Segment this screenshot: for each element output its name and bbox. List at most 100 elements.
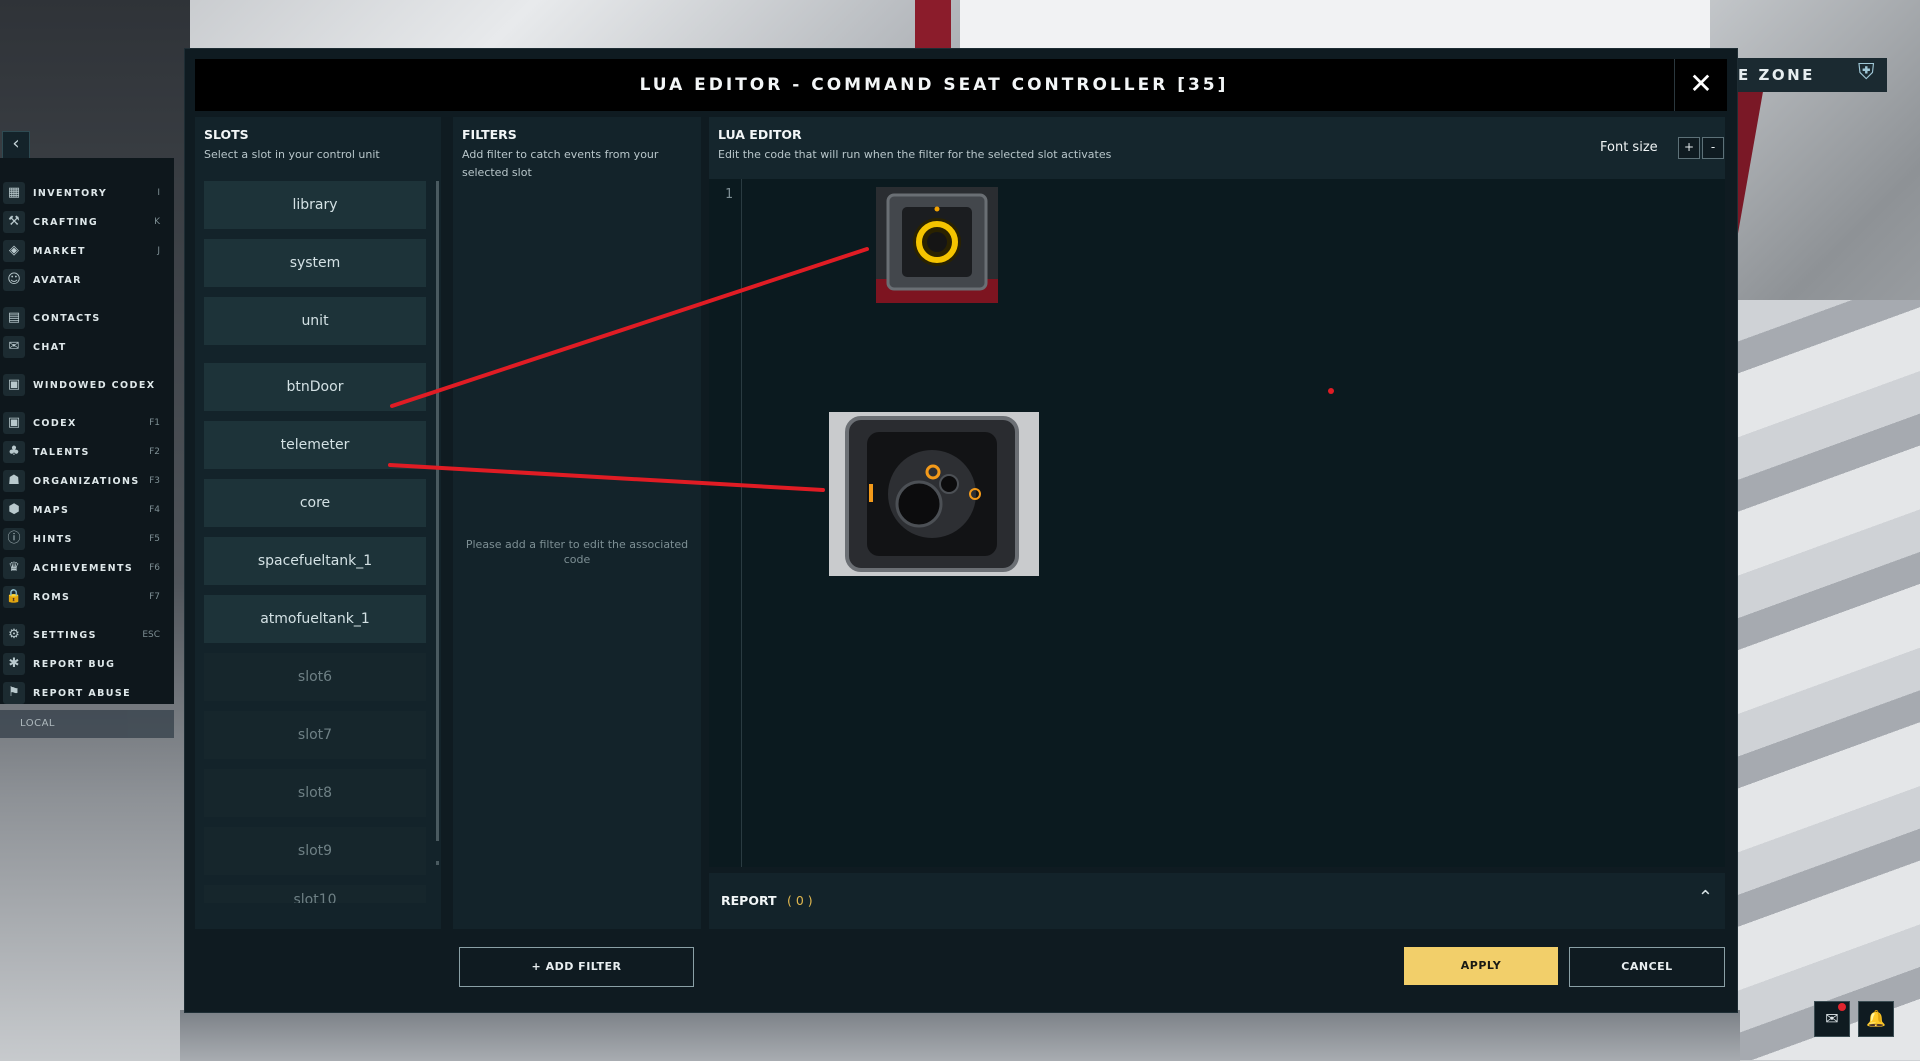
background-red-panel xyxy=(915,0,951,48)
slot-button-unit[interactable]: unit xyxy=(204,297,426,345)
avatar-icon: ☺ xyxy=(3,269,25,291)
notification-dot xyxy=(1838,1003,1846,1011)
apply-button[interactable]: APPLY xyxy=(1404,947,1558,985)
menu-item-shortcut: F7 xyxy=(149,592,160,602)
menu-item-shortcut: F2 xyxy=(149,447,160,457)
menu-item-shortcut: J xyxy=(157,246,160,256)
slot-button-telemeter[interactable]: telemeter xyxy=(204,421,426,469)
menu-item-windowed-codex[interactable]: ▣ WINDOWED CODEX xyxy=(0,372,172,398)
organizations-icon: ☗ xyxy=(3,470,25,492)
menu-item-shortcut: I xyxy=(157,188,160,198)
report-label: REPORT xyxy=(721,893,777,908)
close-button[interactable]: ✕ xyxy=(1674,59,1727,111)
slot-button-slot7[interactable]: slot7 xyxy=(204,711,426,759)
menu-item-label: INVENTORY xyxy=(33,187,108,199)
menu-item-shortcut: F4 xyxy=(149,505,160,515)
slot-button-btndoor[interactable]: btnDoor xyxy=(204,363,426,411)
game-menu: ▦ INVENTORY I ⚒ CRAFTING K ◈ MARKET J ☺ AVATAR ▤ CON… xyxy=(0,158,174,704)
inventory-icon: ▦ xyxy=(3,182,25,204)
market-icon: ◈ xyxy=(3,240,25,262)
slot-button-system[interactable]: system xyxy=(204,239,426,287)
font-size-decrease-button[interactable]: - xyxy=(1702,137,1724,159)
menu-item-shortcut: ESC xyxy=(142,630,160,640)
slot-button-slot9[interactable]: slot9 xyxy=(204,827,426,875)
menu-item-organizations[interactable]: ☗ ORGANIZATIONS F3 xyxy=(0,468,172,494)
slot-button-spacefueltank_1[interactable]: spacefueltank_1 xyxy=(204,537,426,585)
menu-item-report-abuse[interactable]: ⚑ REPORT ABUSE xyxy=(0,680,172,706)
crafting-icon: ⚒ xyxy=(3,211,25,233)
notifications-button[interactable]: 🔔 xyxy=(1858,1001,1894,1037)
menu-item-crafting[interactable]: ⚒ CRAFTING K xyxy=(0,209,172,235)
font-size-increase-button[interactable]: + xyxy=(1678,137,1700,159)
background-structure xyxy=(1735,300,1920,1060)
talents-icon: ♣ xyxy=(3,441,25,463)
chat-icon: ✉ xyxy=(3,336,25,358)
editor-subtitle: Edit the code that will run when the fil… xyxy=(718,148,1112,161)
menu-item-label: TALENTS xyxy=(33,446,90,458)
filters-panel: FILTERS Add filter to catch events from … xyxy=(453,117,701,929)
report-bug-icon: ✱ xyxy=(3,653,25,675)
background-floor xyxy=(180,1010,1740,1061)
menu-item-shortcut: F1 xyxy=(149,418,160,428)
menu-item-hints[interactable]: ⓘ HINTS F5 xyxy=(0,526,172,552)
menu-item-roms[interactable]: 🔒 ROMS F7 xyxy=(0,584,172,610)
menu-item-shortcut: F6 xyxy=(149,563,160,573)
cancel-button[interactable]: CANCEL xyxy=(1569,947,1725,987)
chevron-up-icon[interactable]: ⌃ xyxy=(1698,887,1713,908)
menu-item-contacts[interactable]: ▤ CONTACTS xyxy=(0,305,172,331)
menu-item-avatar[interactable]: ☺ AVATAR xyxy=(0,267,172,293)
filters-title: FILTERS xyxy=(462,127,517,142)
telemeter-image xyxy=(829,412,1039,576)
collapse-menu-button[interactable]: ‹ xyxy=(2,131,30,159)
menu-item-maps[interactable]: ⬢ MAPS F4 xyxy=(0,497,172,523)
slots-title: SLOTS xyxy=(204,127,249,142)
menu-item-shortcut: F5 xyxy=(149,534,160,544)
report-count: ( 0 ) xyxy=(787,893,813,908)
menu-item-talents[interactable]: ♣ TALENTS F2 xyxy=(0,439,172,465)
maps-icon: ⬢ xyxy=(3,499,25,521)
slot-button-slot10[interactable]: slot10 xyxy=(204,885,426,903)
menu-item-settings[interactable]: ⚙ SETTINGS ESC xyxy=(0,622,172,648)
menu-item-market[interactable]: ◈ MARKET J xyxy=(0,238,172,264)
contacts-icon: ▤ xyxy=(3,307,25,329)
menu-item-label: REPORT BUG xyxy=(33,658,116,670)
menu-item-achievements[interactable]: ♛ ACHIEVEMENTS F6 xyxy=(0,555,172,581)
local-chat-label: LOCAL xyxy=(20,718,55,729)
line-number: 1 xyxy=(725,187,733,202)
menu-item-label: SETTINGS xyxy=(33,629,97,641)
menu-item-label: HINTS xyxy=(33,533,73,545)
report-bar[interactable]: REPORT ( 0 ) ⌃ xyxy=(709,873,1725,929)
slot-button-slot6[interactable]: slot6 xyxy=(204,653,426,701)
menu-item-codex[interactable]: ▣ CODEX F1 xyxy=(0,410,172,436)
chat-icon: ✉ xyxy=(1825,1009,1839,1028)
font-size-label: Font size xyxy=(1600,140,1658,155)
menu-item-report-bug[interactable]: ✱ REPORT BUG xyxy=(0,651,172,677)
slots-panel: SLOTS Select a slot in your control unit… xyxy=(195,117,441,929)
slot-button-atmofueltank_1[interactable]: atmofueltank_1 xyxy=(204,595,426,643)
local-chat-bar[interactable]: LOCAL xyxy=(0,710,174,738)
shield-icon: ⛨ xyxy=(1858,60,1875,85)
codex-icon: ▣ xyxy=(3,412,25,434)
add-filter-button[interactable]: + ADD FILTER xyxy=(459,947,694,987)
filters-subtitle: Add filter to catch events from your sel… xyxy=(462,148,659,179)
menu-item-label: REPORT ABUSE xyxy=(33,687,131,699)
slot-button-slot8[interactable]: slot8 xyxy=(204,769,426,817)
slot-button-library[interactable]: library xyxy=(204,181,426,229)
zone-label: E ZONE xyxy=(1738,66,1815,84)
windowed-codex-icon: ▣ xyxy=(3,374,25,396)
menu-item-label: MAPS xyxy=(33,504,70,516)
slots-scrollbar[interactable] xyxy=(436,181,439,841)
settings-icon: ⚙ xyxy=(3,624,25,646)
menu-item-shortcut: K xyxy=(154,217,160,227)
slots-scrollbar-end xyxy=(436,861,439,865)
menu-item-inventory[interactable]: ▦ INVENTORY I xyxy=(0,180,172,206)
slot-button-core[interactable]: core xyxy=(204,479,426,527)
menu-item-label: MARKET xyxy=(33,245,86,257)
menu-item-chat[interactable]: ✉ CHAT xyxy=(0,334,172,360)
editor-title: LUA EDITOR xyxy=(718,127,802,142)
background-panel xyxy=(960,0,1710,48)
menu-item-label: CRAFTING xyxy=(33,216,99,228)
bell-icon: 🔔 xyxy=(1866,1009,1886,1028)
roms-icon: 🔒 xyxy=(3,586,25,608)
editor-header: LUA EDITOR Edit the code that will run w… xyxy=(709,117,1725,179)
